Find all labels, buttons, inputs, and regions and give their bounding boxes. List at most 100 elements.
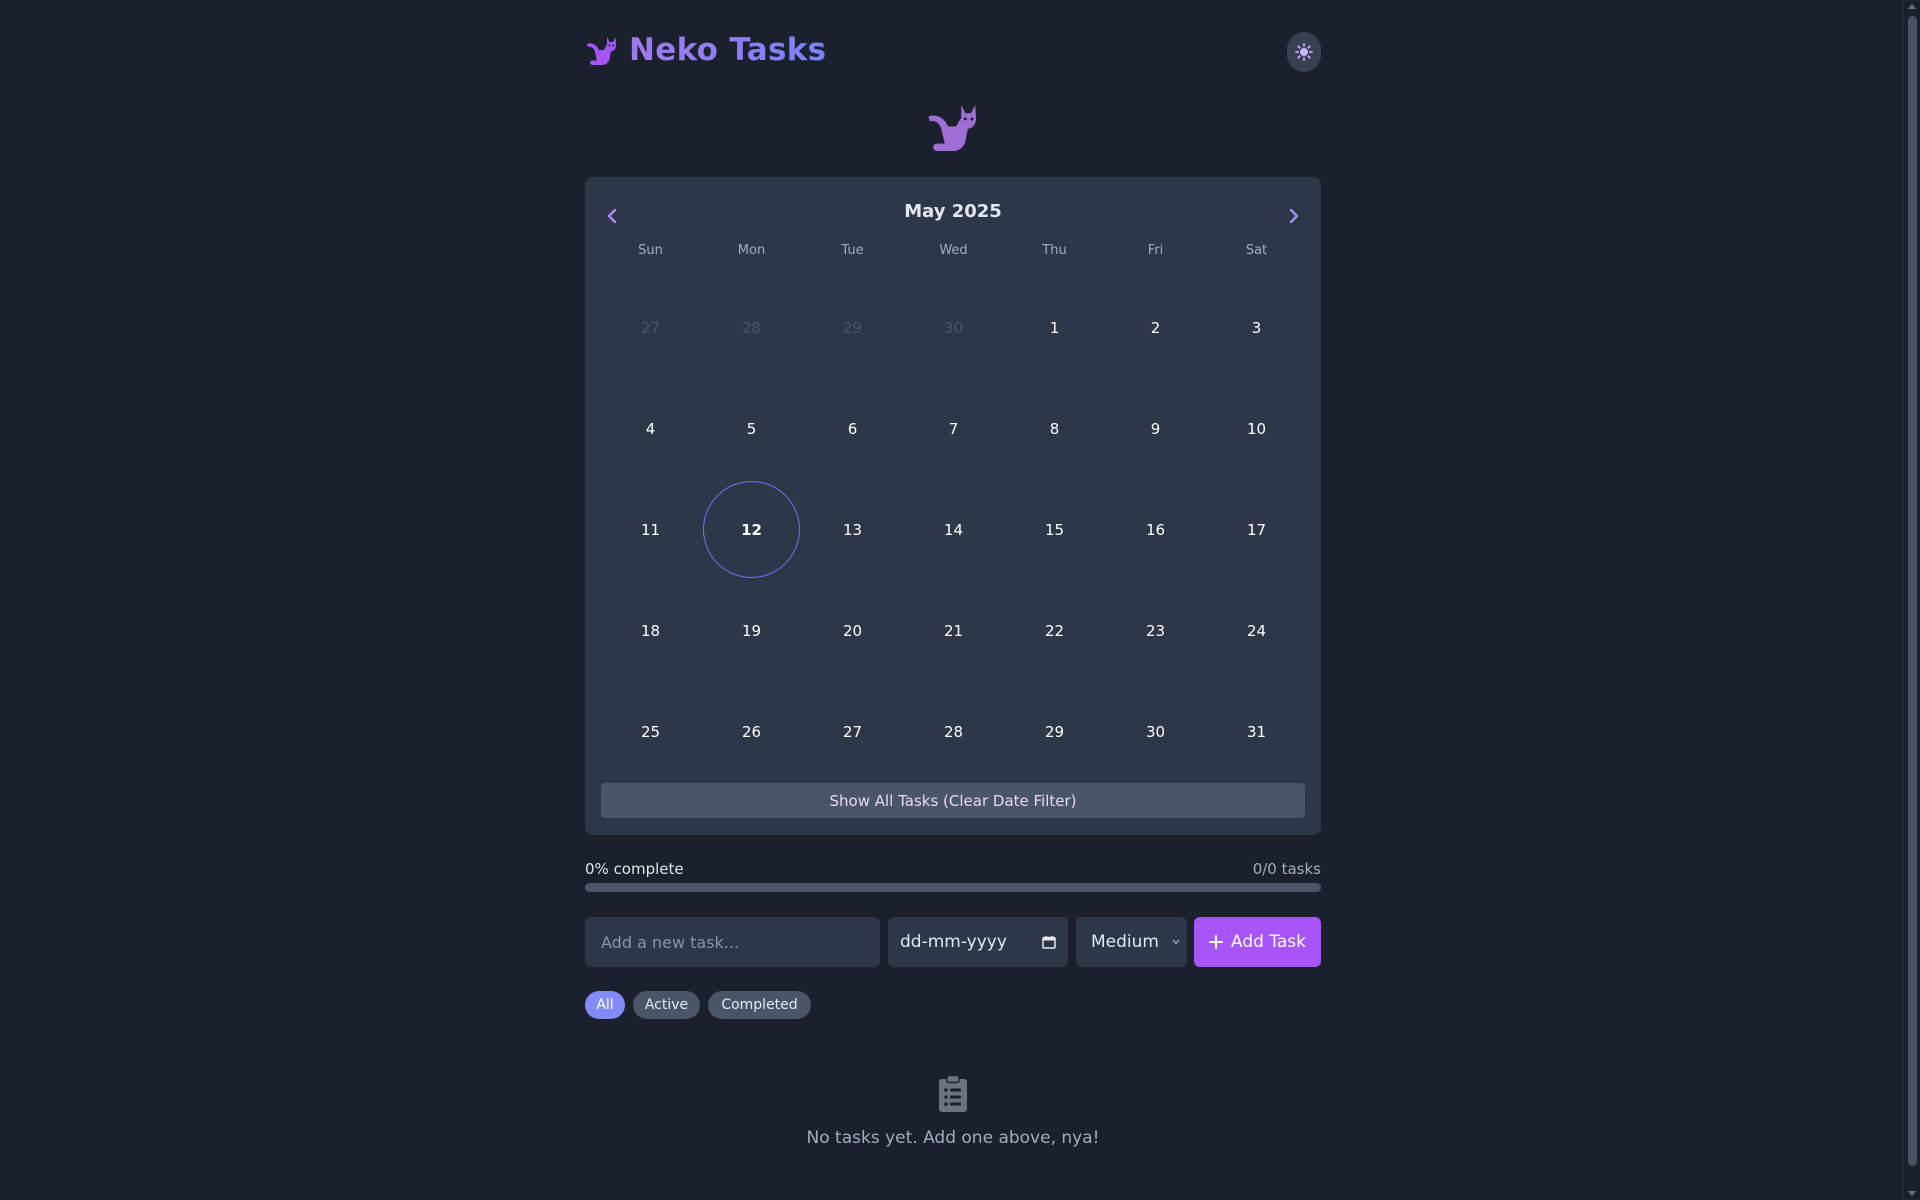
calendar-day-label: 16: [1145, 520, 1166, 539]
calendar-day[interactable]: 2: [1105, 277, 1206, 378]
calendar-day-label: 10: [1246, 419, 1267, 438]
calendar-day[interactable]: 11: [600, 479, 701, 580]
calendar-day-today[interactable]: 12: [701, 479, 802, 580]
calendar-day-label: 4: [645, 419, 656, 438]
sun-icon: [1295, 43, 1313, 61]
calendar-day-label: 27: [842, 722, 863, 741]
calendar-panel: May 2025 Sun Mon Tue Wed Thu Fri Sat 27 28 29 30 1…: [585, 177, 1321, 835]
new-task-input[interactable]: [585, 917, 880, 967]
calendar-day-label: 29: [842, 318, 863, 337]
calendar-day-label: 30: [1145, 722, 1166, 741]
calendar-day-label: 3: [1251, 318, 1262, 337]
calendar-day-label: 22: [1044, 621, 1065, 640]
next-month-button[interactable]: [1279, 201, 1309, 231]
scroll-thumb[interactable]: [1908, 16, 1917, 1166]
calendar-day[interactable]: 25: [600, 681, 701, 782]
filter-completed-button[interactable]: Completed: [708, 991, 811, 1019]
calendar-day[interactable]: 31: [1206, 681, 1307, 782]
calendar-day-label: 6: [847, 419, 858, 438]
calendar-day[interactable]: 9: [1105, 378, 1206, 479]
weekday-label: Wed: [939, 243, 968, 258]
calendar-day[interactable]: 4: [600, 378, 701, 479]
chevron-right-icon: [1289, 208, 1299, 224]
calendar-month-label: May 2025: [904, 201, 1002, 222]
calendar-day[interactable]: 17: [1206, 479, 1307, 580]
calendar-day-label: 1: [1049, 318, 1060, 337]
app-title: Neko Tasks: [629, 32, 827, 68]
priority-value: Medium: [1091, 932, 1159, 952]
calendar-day-label: 15: [1044, 520, 1065, 539]
weekday-label: Sun: [638, 243, 663, 258]
scroll-up-arrow[interactable]: [1908, 4, 1916, 9]
calendar-day[interactable]: 26: [701, 681, 802, 782]
calendar-day[interactable]: 7: [903, 378, 1004, 479]
due-date-input[interactable]: dd-mm-yyyy: [888, 917, 1068, 967]
add-task-button[interactable]: Add Task: [1194, 917, 1321, 967]
weekday-label: Mon: [737, 243, 766, 258]
calendar-day[interactable]: 30: [1105, 681, 1206, 782]
calendar-day-label: 28: [741, 318, 762, 337]
date-placeholder: dd-mm-yyyy: [900, 932, 1007, 952]
calendar-day[interactable]: 22: [1004, 580, 1105, 681]
progress-label: 0% complete: [585, 860, 684, 878]
scroll-down-arrow[interactable]: [1908, 1191, 1916, 1196]
calendar-day[interactable]: 28: [701, 277, 802, 378]
calendar-day[interactable]: 30: [903, 277, 1004, 378]
filter-all-button[interactable]: All: [585, 991, 625, 1019]
theme-toggle-button[interactable]: [1287, 32, 1321, 72]
calendar-day-label: 21: [943, 621, 964, 640]
calendar-day[interactable]: 16: [1105, 479, 1206, 580]
calendar-day[interactable]: 23: [1105, 580, 1206, 681]
calendar-day[interactable]: 27: [600, 277, 701, 378]
weekday-label: Tue: [841, 243, 864, 258]
calendar-day[interactable]: 10: [1206, 378, 1307, 479]
calendar-day-label: 18: [640, 621, 661, 640]
priority-select[interactable]: Medium: [1076, 917, 1187, 967]
calendar-day[interactable]: 28: [903, 681, 1004, 782]
app-header: Neko Tasks: [585, 28, 1321, 74]
mascot-cat-icon: [928, 104, 977, 152]
calendar-day[interactable]: 27: [802, 681, 903, 782]
calendar-day[interactable]: 6: [802, 378, 903, 479]
calendar-day-label: 27: [640, 318, 661, 337]
calendar-day-label: 23: [1145, 621, 1166, 640]
calendar-day-label: 26: [741, 722, 762, 741]
calendar-day-label: 30: [943, 318, 964, 337]
empty-state-message: No tasks yet. Add one above, nya!: [806, 1128, 1100, 1148]
progress-count: 0/0 tasks: [1252, 860, 1321, 878]
calendar-day-label: 29: [1044, 722, 1065, 741]
calendar-day[interactable]: 13: [802, 479, 903, 580]
calendar-day-label: 17: [1246, 520, 1267, 539]
clear-date-filter-button[interactable]: Show All Tasks (Clear Date Filter): [601, 783, 1305, 818]
weekday-label: Sat: [1245, 243, 1268, 258]
calendar-day[interactable]: 21: [903, 580, 1004, 681]
calendar-day[interactable]: 1: [1004, 277, 1105, 378]
filter-active-button[interactable]: Active: [633, 991, 700, 1019]
calendar-day-label: 7: [948, 419, 959, 438]
calendar-day-label: 8: [1049, 419, 1060, 438]
calendar-day-label: 9: [1150, 419, 1161, 438]
chevron-down-icon: [1172, 939, 1180, 945]
calendar-day[interactable]: 29: [1004, 681, 1105, 782]
calendar-day[interactable]: 20: [802, 580, 903, 681]
calendar-day-label: 20: [842, 621, 863, 640]
calendar-day[interactable]: 24: [1206, 580, 1307, 681]
progress-bar: [585, 883, 1321, 892]
weekday-label: Thu: [1042, 243, 1067, 258]
add-task-label: Add Task: [1230, 932, 1306, 952]
calendar-icon: [1042, 936, 1056, 949]
calendar-day-label: 14: [943, 520, 964, 539]
calendar-day[interactable]: 19: [701, 580, 802, 681]
page-scrollbar[interactable]: [1903, 0, 1920, 1200]
calendar-day[interactable]: 3: [1206, 277, 1307, 378]
clipboard-list-icon: [939, 1075, 967, 1112]
calendar-day[interactable]: 29: [802, 277, 903, 378]
calendar-day[interactable]: 18: [600, 580, 701, 681]
plus-icon: [1208, 935, 1223, 949]
calendar-day[interactable]: 8: [1004, 378, 1105, 479]
calendar-day[interactable]: 5: [701, 378, 802, 479]
calendar-day-label: 2: [1150, 318, 1161, 337]
weekday-header: Sun Mon Tue Wed Thu Fri Sat: [600, 243, 1307, 263]
calendar-day[interactable]: 15: [1004, 479, 1105, 580]
calendar-day[interactable]: 14: [903, 479, 1004, 580]
